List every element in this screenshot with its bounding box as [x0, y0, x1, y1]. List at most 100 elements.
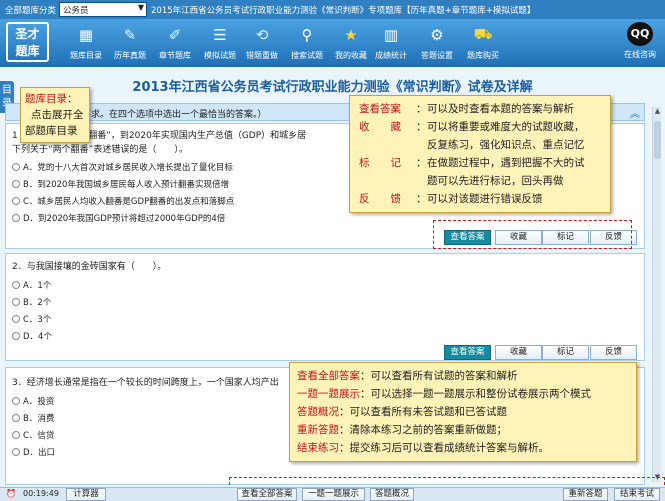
option-2b[interactable]: B．2个	[12, 296, 51, 308]
option-text: D．4个	[23, 332, 52, 342]
gear-icon: ⚙	[430, 26, 444, 44]
catalog-tip-callout: 题库目录： 点击展开全 部题库目录	[20, 87, 90, 143]
scroll-up-icon[interactable]: ▲	[653, 107, 662, 116]
collapse-icon[interactable]: ︽	[630, 105, 640, 120]
restart-button[interactable]: 重新答题	[563, 488, 608, 501]
tip-desc: ：可以查看所有未答试题和已答试题	[339, 406, 507, 418]
feedback-button[interactable]: 反馈	[590, 345, 637, 360]
catalog-tip-line2: 点击展开全	[31, 109, 84, 121]
radio-icon	[12, 163, 20, 171]
cart-icon: ⛟	[473, 25, 493, 43]
toolbar-button-5[interactable]: ⚲ 搜索试题	[283, 22, 331, 66]
radio-icon	[12, 448, 20, 456]
option-text: D．到2020年我国GDP预计将超过2000年GDP的4倍	[23, 214, 226, 224]
tip-key: 收 藏	[359, 121, 401, 133]
answer-tip-row: 收 藏 ：可以将重要或难度大的试题收藏，	[359, 119, 585, 135]
notebook-icon: ✐	[168, 26, 182, 44]
question-buttons-tip-callout: 查看答案 ：可以及时查看本题的答案与解析收 藏：可以将重要或难度大的试题收藏， 反复…	[349, 95, 611, 213]
option-3d[interactable]: D．出口	[12, 446, 55, 458]
one-by-one-button[interactable]: 一题一题展示	[302, 488, 365, 501]
mark-button[interactable]: 标记	[542, 345, 589, 360]
option-text: C．城乡居民人均收入翻番是GDP翻番的出发点和落脚点	[23, 197, 235, 207]
question-buttons-highlight	[433, 220, 632, 249]
tip-sep: ：	[416, 157, 427, 169]
exam-icon: ☰	[213, 26, 227, 44]
question-1-stem-2: 下列关于“两个翻番”表述错误的是（ ）。	[12, 145, 188, 155]
answer-tip-row: 反复练习，强化知识点、重点记忆	[359, 137, 585, 153]
tip-sep: ：	[416, 121, 427, 133]
scrollbar-thumb[interactable]	[654, 121, 661, 159]
clock-icon: ⏰	[6, 489, 16, 498]
category-select-value: 公务员	[63, 6, 89, 16]
tip-desc: 在做题过程中，遇到把握不大的试	[427, 157, 585, 169]
bottom-tip-row: 答题概况：可以查看所有未答试题和已答试题	[297, 404, 507, 420]
app-title: 2015年江西省公务员考试行政职业能力测验《常识判断》专项题库【历年真题+章节题…	[151, 6, 536, 16]
radio-icon	[12, 214, 20, 222]
main-toolbar: 圣才 题库 ▦ 题库目录 ✎ 历年真题 ✐ 章节题库 ☰ 模拟试题 ⟲ 错题重做 ⚲ 搜索试题 ★ 我的收…	[0, 19, 665, 67]
bottom-tip-row: 一题一题展示：可以选择一题一题展示和整份试卷展示两个模式	[297, 386, 591, 402]
bottom-tip-row: 结束练习：提交练习后可以查看成绩统计答案与解析。	[297, 440, 549, 456]
option-text: C．3个	[23, 315, 52, 325]
toolbar-button-7[interactable]: ▥ 成绩统计	[367, 22, 415, 66]
option-3c[interactable]: C．信贷	[12, 429, 54, 441]
toolbar-button-1[interactable]: ✎ 历年真题	[106, 22, 154, 66]
star-icon: ★	[344, 26, 358, 44]
view-answer-button[interactable]: 查看答案	[444, 345, 491, 360]
answer-tip-row: 反 馈 ：可以对该题进行错误反馈	[359, 191, 543, 207]
tip-desc: ：清除本练习之前的答案重新做题；	[339, 424, 507, 436]
option-text: B．2个	[23, 298, 52, 308]
tip-desc: ：可以查看所有试题的答案和解析	[360, 370, 518, 382]
toolbar-label: 答题设置	[421, 51, 453, 60]
toolbar-button-0[interactable]: ▦ 题库目录	[62, 22, 110, 66]
option-text: B．到2020年我国城乡居民每人收入预计翻番实现倍增	[23, 180, 229, 190]
toolbar-button-4[interactable]: ⟲ 错题重做	[238, 22, 286, 66]
answer-overview-button[interactable]: 答题概况	[370, 488, 414, 501]
tip-key: 重新答题	[297, 424, 339, 436]
tip-key: 反 馈	[359, 193, 401, 205]
tip-desc: ：可以选择一题一题展示和整份试卷展示两个模式	[360, 388, 591, 400]
show-all-answers-button[interactable]: 查看全部答案	[237, 488, 297, 501]
online-consult-button[interactable]: QQ 在线咨询	[618, 22, 662, 60]
category-select[interactable]: 公务员 ▼	[59, 2, 147, 17]
tip-key: 查看答案	[359, 103, 401, 115]
option-text: D．出口	[23, 448, 56, 458]
tip-desc: 反复练习，强化知识点、重点记忆	[427, 139, 585, 151]
option-2a[interactable]: A．1个	[12, 279, 51, 291]
catalog-tip-line3: 部题库目录	[25, 125, 78, 137]
toolbar-button-8[interactable]: ⚙ 答题设置	[413, 22, 461, 66]
brand-logo: 圣才 题库	[6, 22, 49, 62]
logo-line2: 题库	[15, 44, 40, 58]
option-1c[interactable]: C．城乡居民人均收入翻番是GDP翻番的出发点和落脚点	[12, 195, 234, 207]
top-bar: 全部题库分类 公务员 ▼ 2015年江西省公务员考试行政职业能力测验《常识判断》…	[0, 0, 665, 19]
radio-icon	[12, 315, 20, 323]
toolbar-button-2[interactable]: ✐ 章节题库	[151, 22, 199, 66]
tip-desc: ：提交练习后可以查看成绩统计答案与解析。	[339, 442, 549, 454]
tip-sep: ：	[416, 193, 427, 205]
radio-icon	[12, 414, 20, 422]
question-card-2: 2．与我国接壤的金砖国家有（ ）。 A．1个 B．2个 C．3个 D．4个 查看…	[5, 253, 645, 361]
option-2c[interactable]: C．3个	[12, 313, 51, 325]
tip-key: 一题一题展示	[297, 388, 360, 400]
radio-icon	[12, 397, 20, 405]
paper-icon: ✎	[123, 26, 137, 44]
tip-key: 标 记	[359, 157, 401, 169]
tip-desc: 可以将重要或难度大的试题收藏，	[427, 121, 585, 133]
option-1a[interactable]: A．党的十八大首次对城乡居民收入增长提出了量化目标	[12, 161, 233, 173]
toolbar-button-3[interactable]: ☰ 模拟试题	[196, 22, 244, 66]
instruction-text: 题目要求。在四个选项中选出一个最恰当的答案。）	[64, 110, 267, 120]
option-3b[interactable]: B．消费	[12, 412, 54, 424]
toolbar-label: 模拟试题	[204, 51, 236, 60]
calculator-button[interactable]: 计算器	[66, 488, 106, 501]
finish-exam-button[interactable]: 结束考试	[614, 488, 660, 501]
tip-sep: ：	[416, 103, 427, 115]
option-text: B．消费	[23, 414, 55, 424]
vertical-scrollbar[interactable]: ▲ ▼	[652, 107, 661, 482]
option-1d[interactable]: D．到2020年我国GDP预计将超过2000年GDP的4倍	[12, 212, 225, 224]
toolbar-label: 历年真题	[114, 51, 146, 60]
tip-key: 结束练习	[297, 442, 339, 454]
option-2d[interactable]: D．4个	[12, 330, 52, 342]
favorite-button[interactable]: 收藏	[495, 345, 542, 360]
option-3a[interactable]: A．投资	[12, 395, 54, 407]
toolbar-button-9[interactable]: ⛟ 题库购买	[459, 22, 507, 66]
option-1b[interactable]: B．到2020年我国城乡居民每人收入预计翻番实现倍增	[12, 178, 229, 190]
